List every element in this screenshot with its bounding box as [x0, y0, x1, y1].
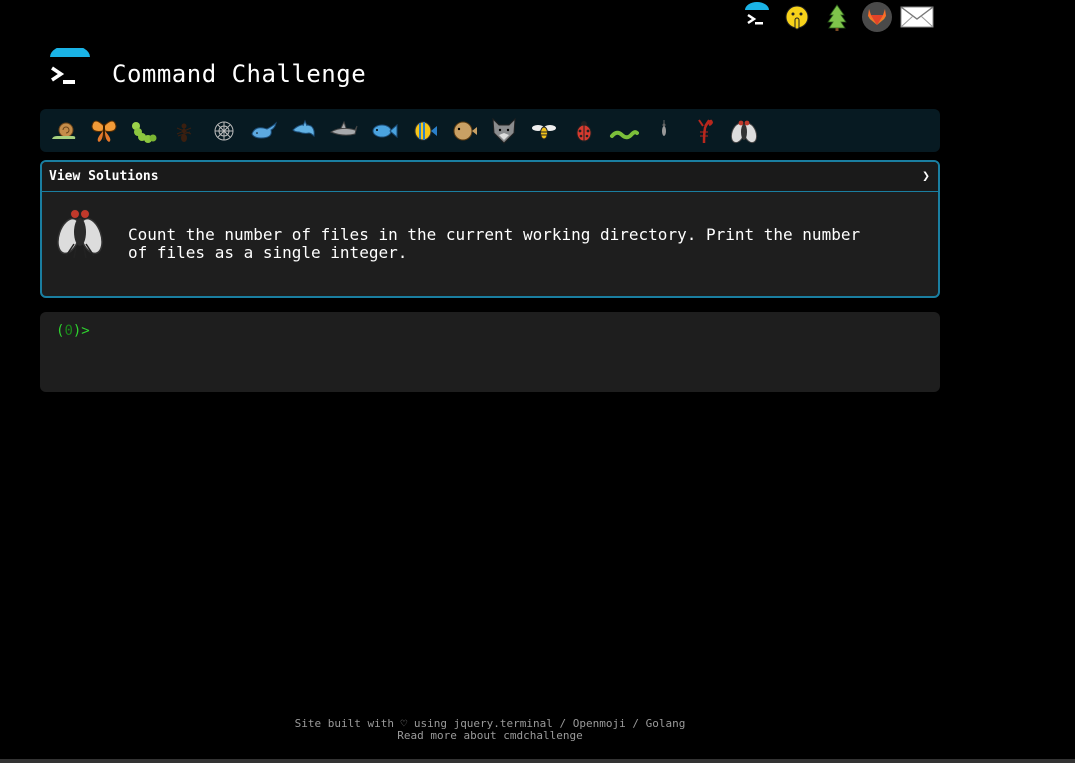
terminal[interactable]: (0)> — [40, 312, 940, 392]
mosquito-icon[interactable] — [646, 113, 682, 149]
dolphin-icon[interactable] — [286, 113, 322, 149]
view-solutions-toggle[interactable]: View Solutions ❯ — [42, 162, 938, 192]
bee-icon[interactable] — [526, 113, 562, 149]
mail-icon[interactable] — [900, 0, 934, 34]
spider-web-icon[interactable] — [206, 113, 242, 149]
fly-icon[interactable] — [726, 113, 762, 149]
chevron-right-icon: ❯ — [922, 169, 930, 184]
top-nav — [740, 0, 934, 34]
bottom-divider — [0, 759, 1075, 763]
prompt-count: 0 — [64, 323, 73, 339]
butterfly-icon[interactable] — [86, 113, 122, 149]
fish-icon[interactable] — [366, 113, 402, 149]
site-logo-icon[interactable] — [48, 45, 92, 92]
challenge-bar — [40, 109, 940, 152]
tropical-fish-icon[interactable] — [406, 113, 442, 149]
shushing-face-icon[interactable] — [780, 0, 814, 34]
terminal-prompt: (0)> — [56, 323, 90, 339]
caterpillar-icon[interactable] — [126, 113, 162, 149]
worm-icon[interactable] — [606, 113, 642, 149]
fly-icon — [54, 204, 106, 260]
ant-icon[interactable] — [166, 113, 202, 149]
challenge-description: Count the number of files in the current… — [128, 225, 861, 262]
prompt-close: )> — [72, 323, 90, 339]
whale-icon[interactable] — [246, 113, 282, 149]
gitlab-icon[interactable] — [860, 0, 894, 34]
scorpion-icon[interactable] — [686, 113, 722, 149]
challenge-panel: View Solutions ❯ Count the number of fil… — [40, 160, 940, 298]
snail-icon[interactable] — [46, 113, 82, 149]
footer-read-more-link[interactable]: Read more about cmdchallenge — [40, 730, 940, 742]
shark-icon[interactable] — [326, 113, 362, 149]
blowfish-icon[interactable] — [446, 113, 482, 149]
wolf-icon[interactable] — [486, 113, 522, 149]
view-solutions-label: View Solutions — [49, 169, 159, 184]
tree-icon[interactable] — [820, 0, 854, 34]
terminal-logo-icon[interactable] — [740, 0, 774, 34]
footer: Site built with ♡ using jquery.terminal … — [40, 718, 940, 742]
page-title: Command Challenge — [112, 60, 367, 88]
ladybug-icon[interactable] — [566, 113, 602, 149]
